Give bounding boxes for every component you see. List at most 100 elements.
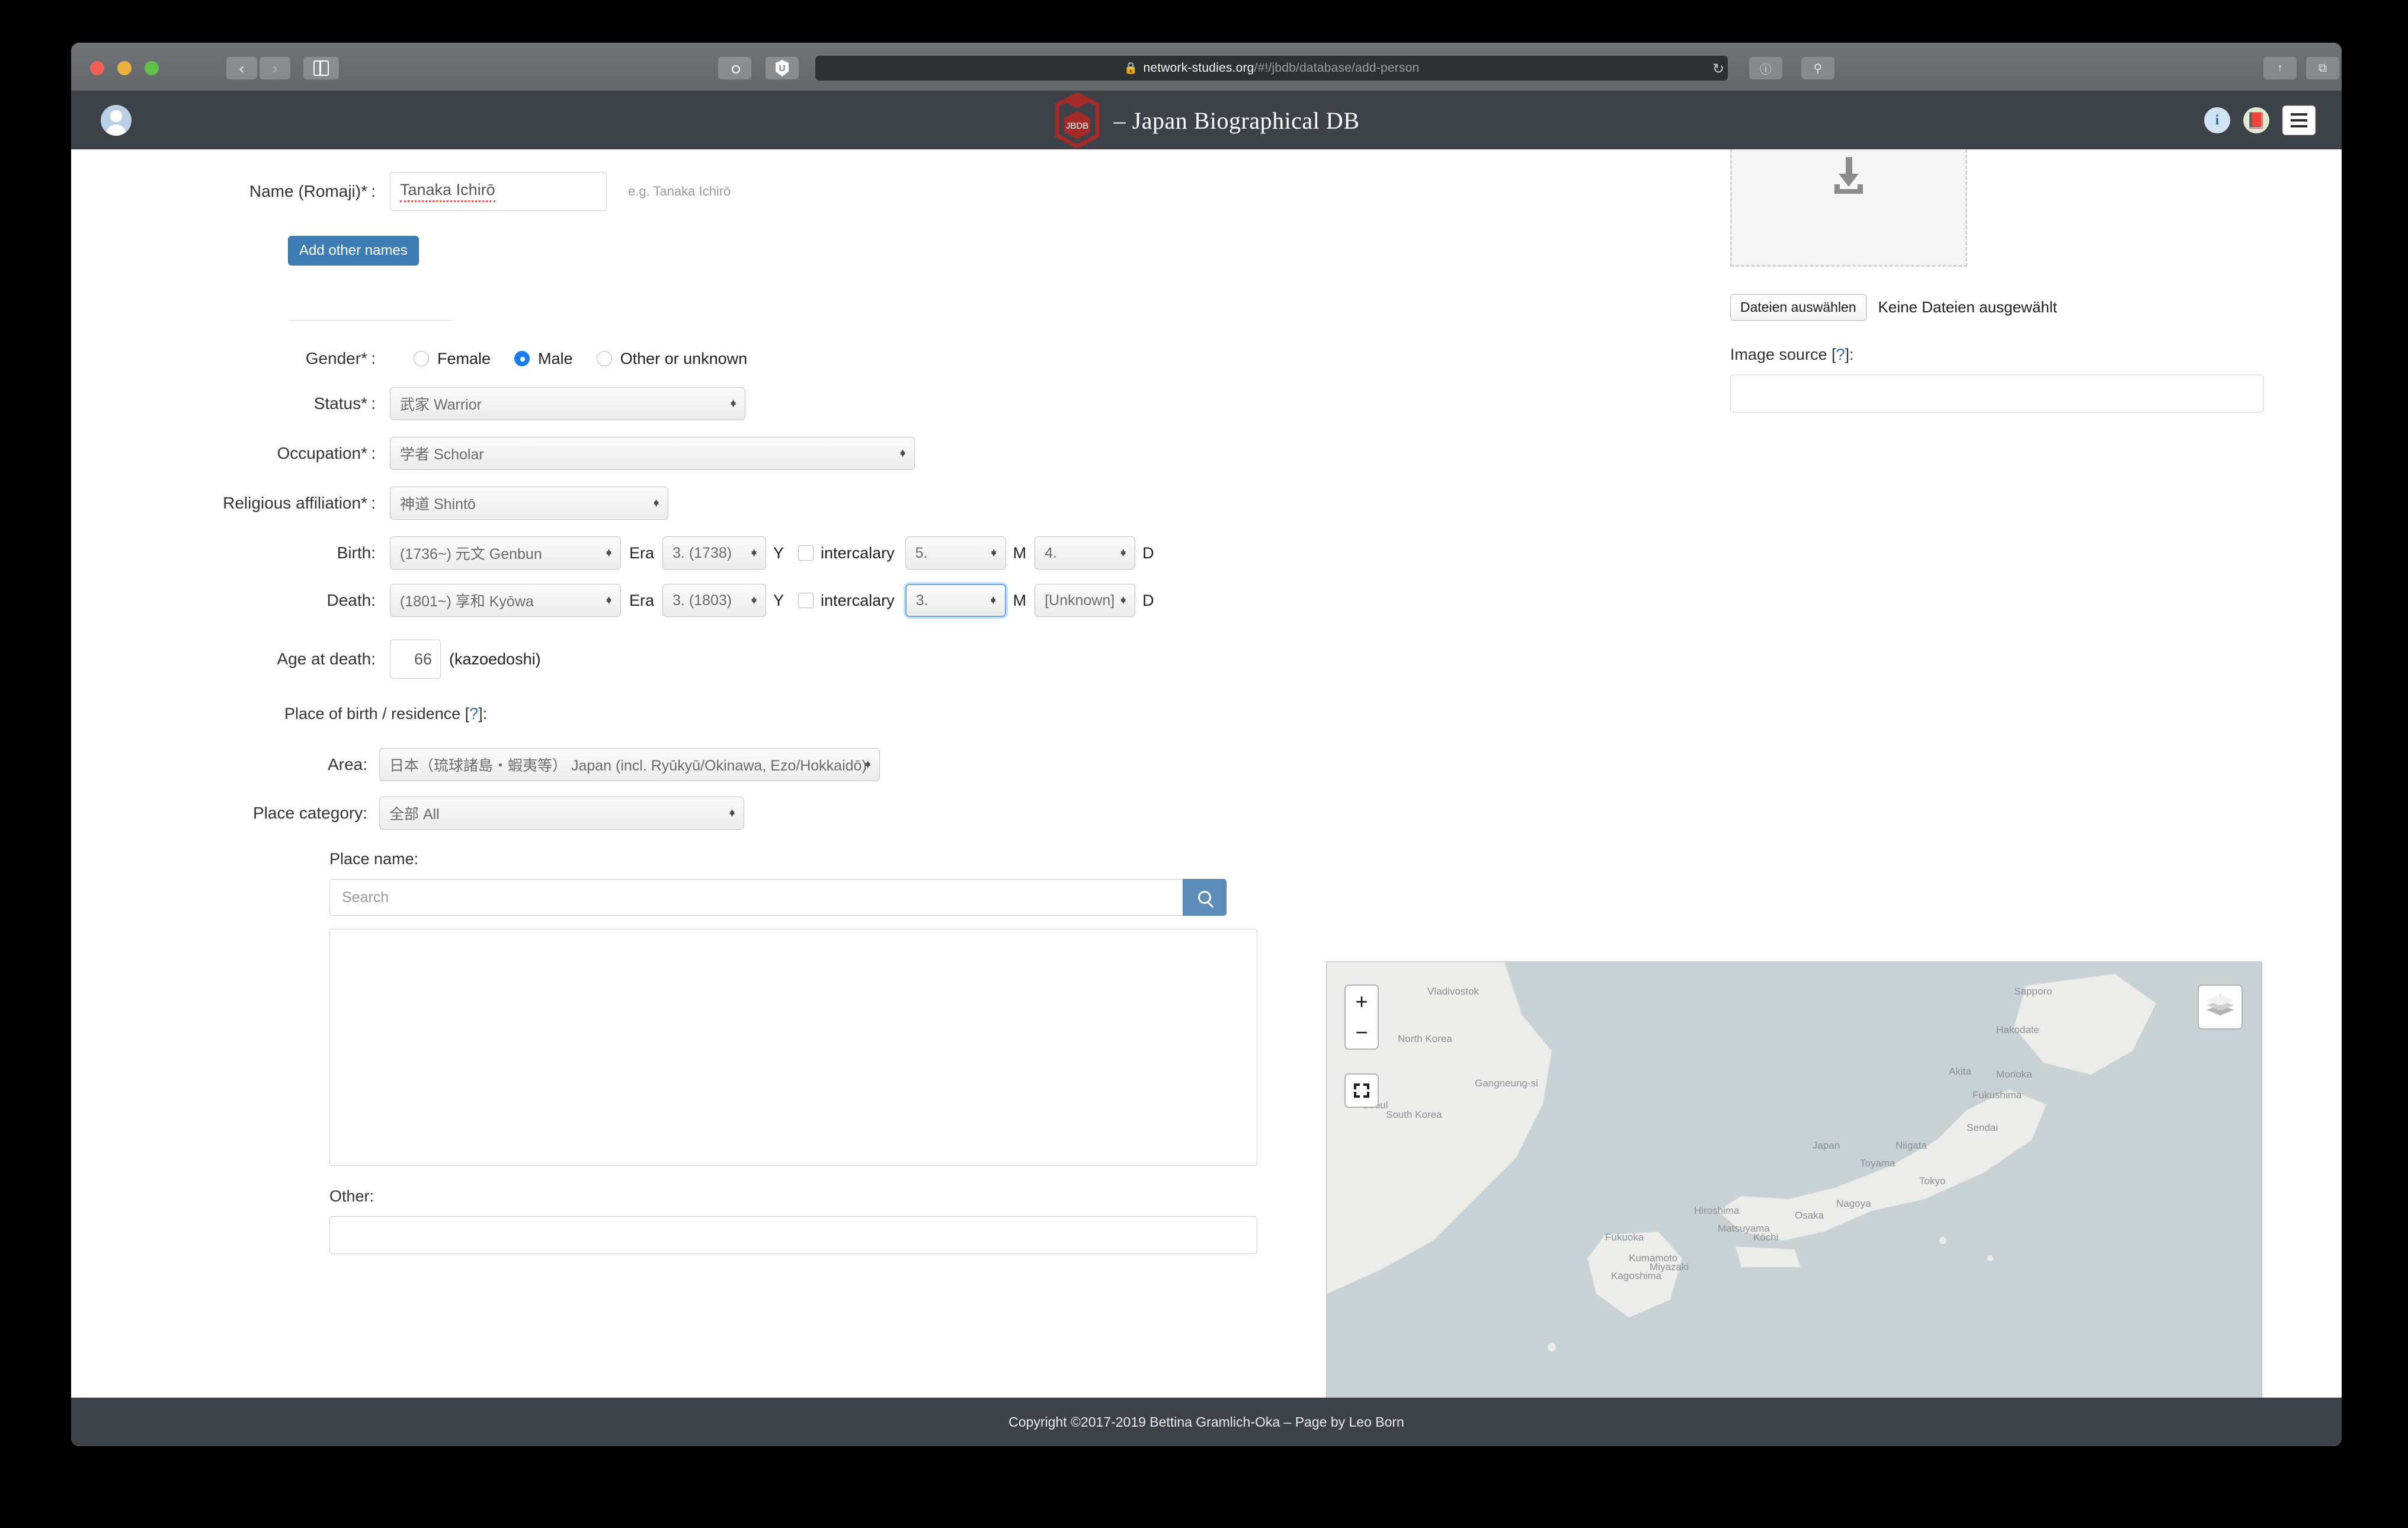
birth-year-value: 3. (1738) [673, 544, 732, 561]
occupation-select[interactable]: 学者 Scholar ▲ ▼ [390, 437, 915, 470]
status-select[interactable]: 武家 Warrior ▲ ▼ [390, 387, 745, 420]
gender-option-female[interactable]: Female [414, 350, 491, 368]
puzzle-icon: ⚲ [1813, 62, 1823, 75]
area-select[interactable]: 日本（琉球諸島・蝦夷等） Japan (incl. Ryūkyū/Okinawa… [379, 748, 880, 781]
death-month-unit: M [1013, 591, 1027, 609]
add-other-names-row: Add other names [288, 236, 1671, 266]
close-window-button[interactable] [90, 61, 104, 75]
death-day-select[interactable]: [Unknown] ▲ ▼ [1035, 584, 1136, 617]
jbdb-logo-icon: JBDB [1054, 93, 1101, 148]
choose-files-button[interactable]: Dateien auswählen [1730, 294, 1866, 321]
brightness-icon [727, 60, 742, 76]
death-year-select[interactable]: 3. (1803) ▲ ▼ [662, 584, 767, 617]
bibliography-button[interactable]: 📕 [2243, 107, 2269, 133]
place-search-input[interactable]: Search [329, 879, 1183, 916]
death-year-unit: Y [773, 591, 784, 609]
birth-year-select[interactable]: 3. (1738) ▲ ▼ [662, 536, 767, 570]
image-source-label-end: ]: [1845, 346, 1854, 363]
image-source-input[interactable] [1730, 375, 2263, 413]
page-body: Name (Furigana)*: たなかいちろう e.g. たなかいちろう J… [71, 91, 2342, 1446]
reload-button[interactable]: ↻ [1712, 60, 1724, 78]
radio-other[interactable] [596, 351, 612, 366]
address-bar[interactable]: 🔒 network-studies.org /#!/jbdb/database/… [815, 56, 1728, 81]
footer-text: Copyright ©2017-2019 Bettina Gramlich-Ok… [1008, 1414, 1404, 1430]
sidebar-toggle-button[interactable] [303, 57, 339, 79]
map-zoom-in-button[interactable]: + [1344, 984, 1379, 1018]
maximize-window-button[interactable] [145, 61, 159, 75]
search-icon [1198, 891, 1211, 904]
leaflet-map[interactable]: North KoreaSouth KoreaGangneung-siSeoulJ… [1326, 961, 2262, 1446]
status-label: Status [71, 394, 367, 413]
place-category-label: Place category: [253, 804, 367, 822]
birth-year-unit: Y [773, 544, 784, 562]
info-button[interactable]: i [2204, 107, 2230, 133]
death-intercalary-checkbox[interactable] [798, 593, 814, 608]
area-value: 日本（琉球諸島・蝦夷等） Japan (incl. Ryūkyū/Okinawa… [389, 757, 867, 774]
religion-label: Religious affiliation [71, 494, 367, 513]
place-search-button[interactable] [1183, 879, 1227, 916]
birth-era-unit: Era [629, 544, 655, 562]
place-search-row: Search [329, 879, 1671, 916]
reader-appearance-button[interactable] [718, 57, 751, 79]
gender-label: Gender [71, 349, 367, 368]
chevron-updown-icon: ▲ ▼ [750, 546, 759, 559]
show-tabs-button[interactable]: ⧉ [2306, 57, 2339, 79]
radio-male[interactable] [514, 351, 530, 366]
map-place-label: Sapporo [2014, 986, 2052, 997]
minimize-window-button[interactable] [117, 61, 132, 75]
browser-chrome: ‹ › 🔒 network-studies.org /#!/jbdb/datab… [71, 43, 2342, 91]
birth-month-select[interactable]: 5. ▲ ▼ [905, 536, 1006, 570]
religion-select[interactable]: 神道 Shintō ▲ ▼ [390, 487, 668, 520]
status-row: Status : 武家 Warrior ▲▼ [71, 387, 1671, 420]
birth-day-unit: D [1142, 544, 1154, 562]
privacy-report-button[interactable] [766, 57, 799, 79]
name-romaji-label: Name (Romaji) [71, 182, 367, 201]
info-icon: ⓘ [1760, 63, 1772, 76]
gender-option-other[interactable]: Other or unknown [596, 350, 747, 368]
birth-era-value: (1736~) 元文 Genbun [400, 546, 542, 562]
name-romaji-value: Tanaka Ichirō [400, 181, 495, 202]
place-section-label: Place of birth / residence [ [284, 705, 470, 723]
back-button[interactable]: ‹ [226, 57, 257, 79]
add-other-names-button[interactable]: Add other names [288, 236, 419, 266]
map-place-label: North Korea [1398, 1033, 1452, 1044]
map-zoom-out-button[interactable]: − [1344, 1016, 1379, 1050]
death-month-select[interactable]: 3. ▲ ▼ [905, 584, 1006, 617]
birth-intercalary-checkbox[interactable] [798, 545, 814, 561]
religion-row: Religious affiliation : 神道 Shintō ▲▼ [71, 487, 1671, 520]
place-help-link[interactable]: ? [469, 705, 478, 723]
radio-female[interactable] [414, 351, 429, 366]
page-settings-button[interactable]: ⓘ [1749, 57, 1782, 79]
occupation-label: Occupation [71, 444, 367, 463]
chevron-updown-icon: ▲ ▼ [1119, 594, 1128, 606]
name-romaji-input[interactable]: Tanaka Ichirō [390, 172, 607, 211]
other-input[interactable] [329, 1216, 1257, 1254]
menu-button[interactable] [2282, 106, 2316, 135]
map-fullscreen-button[interactable] [1344, 1073, 1379, 1108]
map-landmass [1327, 962, 2157, 1351]
share-button[interactable]: ↑ [2263, 57, 2297, 79]
birth-label: Birth: [337, 544, 376, 562]
browser-window: ‹ › 🔒 network-studies.org /#!/jbdb/datab… [71, 43, 2342, 1446]
svg-text:JBDB: JBDB [1065, 121, 1088, 131]
death-year-value: 3. (1803) [673, 592, 732, 609]
map-place-label: Miyazaki [1650, 1261, 1689, 1273]
age-at-death-input[interactable]: 66 [390, 640, 441, 679]
birth-day-select[interactable]: 4. ▲ ▼ [1035, 536, 1136, 570]
brand[interactable]: JBDB – Japan Biographical DB [71, 93, 2342, 148]
birth-era-select[interactable]: (1736~) 元文 Genbun ▲ ▼ [390, 536, 621, 570]
place-category-select[interactable]: 全部 All ▲ ▼ [379, 797, 744, 830]
status-value: 武家 Warrior [400, 397, 482, 413]
map-place-label: South Korea [1386, 1109, 1442, 1120]
death-era-select[interactable]: (1801~) 享和 Kyōwa ▲ ▼ [390, 584, 621, 617]
sidebar-icon [313, 60, 329, 76]
place-results-list[interactable] [329, 929, 1257, 1166]
forward-button[interactable]: › [260, 57, 290, 79]
age-at-death-suffix: (kazoedoshi) [449, 650, 541, 668]
download-icon [1833, 157, 1865, 194]
extension-button[interactable]: ⚲ [1801, 57, 1834, 79]
map-layers-button[interactable] [2198, 984, 2243, 1030]
gender-option-male[interactable]: Male [514, 350, 573, 368]
age-at-death-value: 66 [414, 650, 432, 668]
image-source-help-link[interactable]: ? [1836, 346, 1845, 364]
